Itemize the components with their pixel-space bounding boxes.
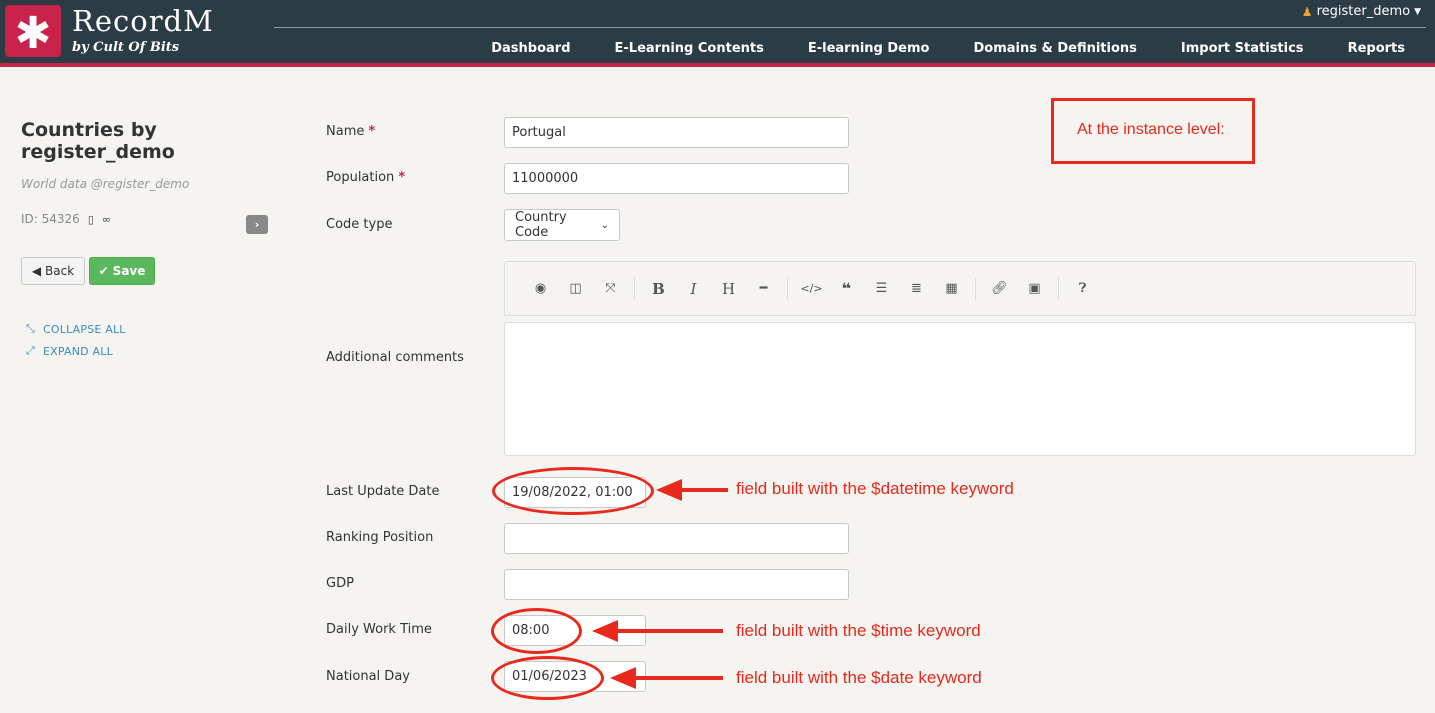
back-button[interactable]: ◀ Back bbox=[21, 257, 85, 285]
columns-icon[interactable]: ◫ bbox=[558, 281, 593, 296]
nav-import-statistics[interactable]: Import Statistics bbox=[1159, 41, 1326, 56]
code-type-value: Country Code bbox=[515, 210, 567, 240]
unordered-list-icon[interactable]: ☰ bbox=[864, 281, 899, 296]
horizontal-rule-icon[interactable]: ━ bbox=[746, 281, 781, 296]
eye-icon[interactable]: ◉ bbox=[523, 281, 558, 296]
population-label-text: Population bbox=[326, 170, 395, 185]
nav-dashboard[interactable]: Dashboard bbox=[469, 41, 592, 56]
logo-asterisk-icon[interactable]: ✱ bbox=[5, 5, 61, 59]
copy-icon[interactable]: ▯ bbox=[88, 213, 94, 226]
code-type-label: Code type bbox=[326, 217, 393, 232]
nav-domains-definitions[interactable]: Domains & Definitions bbox=[951, 41, 1158, 56]
page-subtitle: World data @register_demo bbox=[21, 177, 190, 191]
editor-toolbar: ◉ ◫ ⤧ B I H ━ </> ❝ ☰ ≣ ▦ 🔗︎ ▣ ❓︎ bbox=[504, 261, 1416, 316]
collapse-all-link[interactable]: ⤡ COLLAPSE ALL bbox=[26, 322, 126, 336]
user-name: register_demo bbox=[1316, 4, 1411, 19]
required-asterisk-icon: * bbox=[398, 170, 406, 185]
link-icon[interactable]: ∞ bbox=[102, 213, 111, 226]
image-icon[interactable]: ▣ bbox=[1017, 281, 1052, 296]
annotation-datetime-note: field built with the $datetime keyword bbox=[736, 479, 1014, 498]
italic-icon[interactable]: I bbox=[676, 280, 711, 298]
user-icon: ♟ bbox=[1301, 4, 1313, 19]
nav-reports[interactable]: Reports bbox=[1326, 41, 1435, 56]
help-icon[interactable]: ❓︎ bbox=[1065, 281, 1100, 296]
daily-work-time-label: Daily Work Time bbox=[326, 622, 432, 637]
toolbar-separator bbox=[787, 277, 788, 300]
user-menu[interactable]: ♟ register_demo ▼ bbox=[1302, 4, 1421, 19]
expand-all-link[interactable]: ⤢ EXPAND ALL bbox=[26, 344, 113, 358]
name-input[interactable]: Portugal bbox=[504, 117, 849, 148]
annotation-arrow-date-head bbox=[610, 667, 636, 689]
collapse-all-label: COLLAPSE ALL bbox=[43, 322, 126, 336]
name-label-text: Name bbox=[326, 124, 365, 139]
annotation-instance-level: At the instance level: bbox=[1077, 121, 1225, 138]
expand-all-label: EXPAND ALL bbox=[43, 344, 113, 358]
population-label: Population * bbox=[326, 170, 405, 185]
additional-comments-label: Additional comments bbox=[326, 350, 464, 365]
toolbar-separator bbox=[1058, 277, 1059, 300]
main-nav: Dashboard E-Learning Contents E-learning… bbox=[469, 41, 1435, 56]
expand-icon: ⤢ bbox=[26, 344, 35, 357]
link-icon[interactable]: 🔗︎ bbox=[982, 281, 1017, 296]
annotation-ellipse-time bbox=[491, 608, 582, 654]
annotation-arrow-datetime-head bbox=[656, 479, 682, 501]
gdp-label: GDP bbox=[326, 576, 354, 591]
annotation-date-note: field built with the $date keyword bbox=[736, 668, 982, 687]
top-bar-accent-line bbox=[0, 63, 1435, 67]
code-icon[interactable]: </> bbox=[794, 282, 829, 295]
gdp-input[interactable] bbox=[504, 569, 849, 600]
nav-e-learning-demo[interactable]: E-learning Demo bbox=[786, 41, 952, 56]
ordered-list-icon[interactable]: ≣ bbox=[899, 281, 934, 296]
table-icon[interactable]: ▦ bbox=[934, 281, 969, 296]
required-asterisk-icon: * bbox=[368, 124, 376, 139]
annotation-time-note: field built with the $time keyword bbox=[736, 621, 981, 640]
caret-down-icon: ▼ bbox=[1414, 6, 1421, 17]
compress-icon: ⤡ bbox=[26, 322, 35, 335]
name-label: Name * bbox=[326, 124, 375, 139]
quote-icon[interactable]: ❝ bbox=[829, 279, 864, 298]
page-title: Countries by register_demo bbox=[21, 119, 175, 163]
annotation-ellipse-date bbox=[491, 656, 604, 700]
fullscreen-icon[interactable]: ⤧ bbox=[593, 281, 628, 296]
arrow-left-icon: ◀ bbox=[31, 264, 42, 278]
header-divider bbox=[274, 27, 1426, 28]
app-name[interactable]: RecordM bbox=[72, 4, 214, 38]
toolbar-separator bbox=[634, 277, 635, 300]
expand-panel-chevron-icon[interactable]: › bbox=[246, 215, 268, 234]
save-button-label: Save bbox=[112, 264, 146, 278]
bold-icon[interactable]: B bbox=[641, 280, 676, 298]
check-icon: ✔ bbox=[98, 264, 109, 278]
save-button[interactable]: ✔ Save bbox=[89, 257, 155, 285]
app-tagline: by Cult Of Bits bbox=[72, 40, 180, 55]
nav-e-learning-contents[interactable]: E-Learning Contents bbox=[593, 41, 786, 56]
instance-id: ID: 54326 bbox=[21, 212, 80, 226]
heading-icon[interactable]: H bbox=[711, 280, 746, 298]
code-type-select[interactable]: Country Code ⌄ bbox=[504, 209, 620, 241]
back-button-label: Back bbox=[45, 264, 75, 278]
national-day-label: National Day bbox=[326, 669, 410, 684]
ranking-position-input[interactable] bbox=[504, 523, 849, 554]
annotation-arrow-date-line bbox=[634, 676, 723, 680]
instance-id-row: ID: 54326 ▯ ∞ bbox=[21, 212, 111, 226]
annotation-arrow-time-head bbox=[592, 620, 618, 642]
annotation-arrow-time-line bbox=[616, 629, 723, 633]
last-update-date-label: Last Update Date bbox=[326, 484, 440, 499]
annotation-ellipse-datetime bbox=[492, 467, 654, 515]
chevron-down-icon: ⌄ bbox=[600, 219, 609, 231]
additional-comments-editor[interactable] bbox=[504, 322, 1416, 456]
ranking-position-label: Ranking Position bbox=[326, 530, 434, 545]
population-input[interactable]: 11000000 bbox=[504, 163, 849, 194]
annotation-arrow-datetime-line bbox=[680, 488, 728, 492]
toolbar-separator bbox=[975, 277, 976, 300]
